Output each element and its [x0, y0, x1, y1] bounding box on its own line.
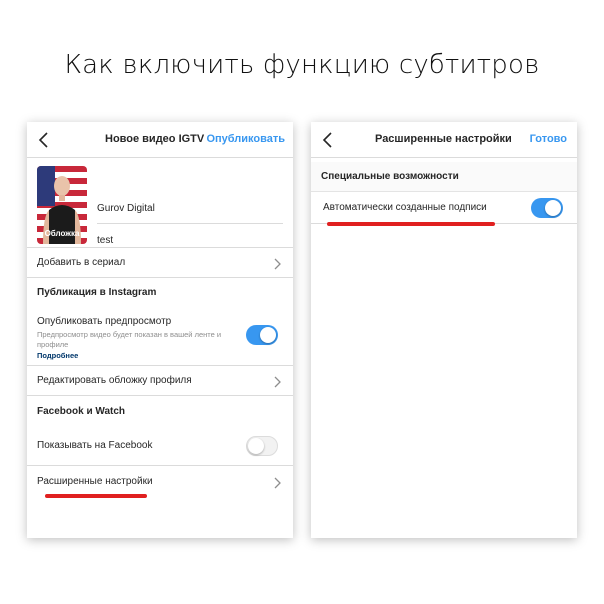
publish-preview-description: Предпросмотр видео будет показан в вашей… [37, 330, 222, 349]
nav-bar: Расширенные настройки Готово [311, 122, 577, 158]
toggle-knob [248, 438, 264, 454]
accessibility-section-title: Специальные возможности [321, 171, 459, 182]
igtv-new-video-screen: Новое видео IGTV Опубликовать Обложка Gu… [27, 122, 293, 538]
publish-preview-toggle[interactable] [246, 325, 278, 345]
learn-more-link[interactable]: Подробнее [37, 351, 78, 360]
page-headline: Как включить функцию субтитров [64, 50, 540, 80]
instruction-page: Как включить функцию субтитров Новое вид… [0, 0, 604, 604]
edit-profile-cover-row[interactable]: Редактировать обложку профиля [27, 366, 293, 396]
channel-name: Gurov Digital [97, 203, 155, 214]
instagram-section-header: Публикация в Instagram [27, 278, 293, 308]
toggle-knob [545, 200, 561, 216]
chevron-right-icon [273, 375, 281, 388]
show-on-facebook-toggle[interactable] [246, 436, 278, 456]
advanced-settings-row[interactable]: Расширенные настройки [27, 466, 293, 502]
divider [97, 223, 283, 224]
auto-captions-toggle[interactable] [531, 198, 563, 218]
video-info-row: Обложка Gurov Digital test [27, 158, 293, 248]
publish-preview-label: Опубликовать предпросмотр [37, 316, 172, 327]
chevron-right-icon [273, 257, 281, 270]
advanced-settings-label: Расширенные настройки [37, 476, 153, 487]
cover-thumbnail[interactable]: Обложка [37, 166, 87, 244]
add-to-series-row[interactable]: Добавить в сериал [27, 248, 293, 278]
publish-preview-row: Опубликовать предпросмотр Предпросмотр в… [27, 308, 293, 366]
facebook-section-title: Facebook и Watch [37, 406, 126, 417]
done-button[interactable]: Готово [530, 133, 567, 145]
nav-title: Новое видео IGTV [105, 133, 205, 145]
advanced-settings-screen: Расширенные настройки Готово Специальные… [311, 122, 577, 538]
edit-profile-cover-label: Редактировать обложку профиля [37, 375, 192, 386]
red-underline-annotation [45, 494, 147, 498]
show-on-facebook-label: Показывать на Facebook [37, 440, 153, 451]
chevron-left-icon[interactable] [37, 131, 51, 149]
cover-label: Обложка [44, 229, 80, 238]
toggle-knob [260, 327, 276, 343]
chevron-right-icon [273, 476, 281, 489]
instagram-section-title: Публикация в Instagram [37, 287, 157, 298]
video-title-field[interactable]: test [97, 235, 113, 246]
red-underline-annotation [327, 222, 495, 226]
show-on-facebook-row: Показывать на Facebook [27, 426, 293, 466]
add-to-series-label: Добавить в сериал [37, 257, 126, 268]
chevron-left-icon[interactable] [321, 131, 335, 149]
nav-title: Расширенные настройки [375, 133, 512, 145]
auto-captions-row: Автоматически созданные подписи [311, 192, 577, 224]
publish-button[interactable]: Опубликовать [206, 133, 285, 145]
nav-bar: Новое видео IGTV Опубликовать [27, 122, 293, 158]
auto-captions-label: Автоматически созданные подписи [323, 202, 487, 213]
accessibility-section-header: Специальные возможности [311, 162, 577, 192]
facebook-section-header: Facebook и Watch [27, 396, 293, 426]
